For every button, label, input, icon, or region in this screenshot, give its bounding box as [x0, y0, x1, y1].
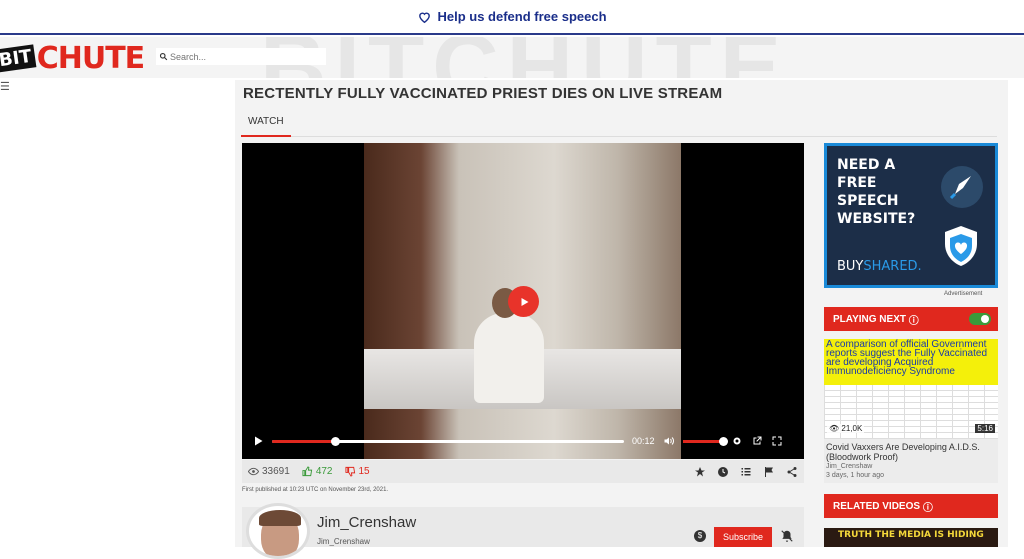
info-icon: ⓘ [905, 315, 919, 327]
ad-headline: NEED A FREE SPEECH WEBSITE? [837, 156, 915, 228]
volume-icon[interactable] [663, 435, 675, 447]
thumbs-up-icon [302, 466, 312, 477]
likes-value: 472 [315, 466, 333, 477]
video-actions [694, 466, 798, 478]
notification-bell-icon[interactable] [780, 529, 794, 543]
next-channel[interactable]: Jim_Crenshaw [826, 463, 872, 470]
ad-line-1: NEED A [837, 157, 896, 173]
eye-icon [248, 467, 259, 476]
channel-banner: Jim_Crenshaw Jim_Crenshaw $ Subscribe [242, 503, 804, 559]
autoplay-toggle[interactable] [969, 313, 991, 325]
channel-name[interactable]: Jim_Crenshaw [317, 514, 416, 531]
menu-icon[interactable]: ☰ [0, 82, 10, 93]
views-value: 33691 [262, 466, 290, 477]
dislike-button[interactable]: 15 [344, 466, 370, 477]
flag-icon[interactable] [763, 466, 775, 478]
avatar-hair [259, 510, 301, 526]
player-controls: 00:12 [242, 429, 804, 453]
ad-line-2: FREE [837, 175, 877, 191]
sidebar: NEED A FREE SPEECH WEBSITE? BUYSHARED. A… [824, 143, 998, 547]
playing-next-title: PLAYING NEXT [833, 313, 906, 325]
next-views: 👁 21,0K [827, 424, 865, 433]
info-icon: ⓘ [920, 502, 933, 514]
next-thumbnail[interactable]: A comparison of official Government repo… [824, 339, 998, 439]
big-play-button[interactable] [508, 286, 539, 317]
view-count: 33691 [248, 466, 290, 477]
published-date: First published at 10:23 UTC on November… [242, 487, 389, 493]
related-videos-header: RELATED VIDEOS ⓘ [824, 494, 998, 518]
shield-heart-icon [945, 226, 977, 266]
volume-fill [682, 439, 723, 443]
current-time: 00:12 [632, 436, 655, 446]
next-duration: 5:16 [975, 424, 995, 433]
advertisement-label: Advertisement [944, 291, 983, 297]
next-video-title[interactable]: Covid Vaxxers Are Developing A.I.D.S. (B… [826, 442, 998, 462]
dislikes-value: 15 [358, 466, 370, 477]
play-icon[interactable] [252, 435, 264, 447]
volume-knob[interactable] [718, 436, 728, 446]
like-button[interactable]: 472 [302, 466, 333, 477]
ad-line-3: SPEECH [837, 193, 899, 209]
video-priest [474, 313, 544, 403]
bitchute-logo[interactable]: BIT CHUTE [0, 41, 145, 76]
toggle-knob [981, 315, 989, 323]
list-icon[interactable] [740, 466, 752, 478]
settings-gear-icon[interactable] [731, 435, 743, 447]
subscribe-button[interactable]: Subscribe [714, 527, 772, 547]
top-navbar: BITCHUTE BIT CHUTE [0, 37, 1024, 78]
playing-next-card[interactable]: A comparison of official Government repo… [824, 339, 998, 483]
progress-knob[interactable] [331, 436, 341, 446]
next-views-value: 21,0K [841, 424, 863, 433]
heart-icon [419, 12, 431, 23]
related-thumb-text: TRUTH THE MEDIA IS HIDING [838, 530, 984, 540]
logo-bit: BIT [0, 44, 37, 73]
play-icon [521, 297, 528, 306]
ad-banner[interactable]: NEED A FREE SPEECH WEBSITE? BUYSHARED. [824, 143, 998, 288]
tip-icon[interactable]: $ [694, 530, 706, 542]
background-watermark-logo: BITCHUTE [260, 37, 789, 78]
ad-brand-1: BUY [837, 259, 864, 274]
rocket-icon [941, 166, 983, 208]
video-stats-bar: 33691 472 15 [242, 460, 804, 483]
avatar[interactable] [246, 503, 310, 559]
ad-brand: BUYSHARED. [837, 259, 922, 274]
logo-chute: CHUTE [36, 41, 145, 76]
playing-next-header: PLAYING NEXT ⓘ [824, 307, 998, 331]
next-thumb-text: A comparison of official Government repo… [826, 339, 988, 377]
fullscreen-icon[interactable] [771, 435, 783, 447]
video-tabs: WATCH [241, 109, 997, 137]
related-title: RELATED VIDEOS [833, 500, 921, 512]
clock-icon[interactable] [717, 466, 729, 478]
video-title: RECTENTLY FULLY VACCINATED PRIEST DIES O… [243, 85, 723, 102]
search-input[interactable] [170, 51, 320, 62]
defend-free-speech-link[interactable]: Help us defend free speech [417, 9, 607, 24]
banner-text: Help us defend free speech [437, 9, 607, 24]
share-icon[interactable] [786, 466, 798, 478]
support-banner: Help us defend free speech [0, 0, 1024, 35]
star-icon[interactable] [694, 466, 706, 478]
external-link-icon[interactable] [751, 435, 763, 447]
ad-line-4: WEBSITE? [837, 211, 916, 227]
search-box[interactable] [156, 48, 326, 65]
video-player[interactable]: 00:12 [242, 143, 804, 459]
ad-brand-2: SHARED. [863, 259, 922, 274]
progress-bar[interactable] [272, 436, 624, 446]
next-time: 3 days, 1 hour ago [826, 472, 884, 479]
progress-fill [272, 439, 336, 443]
tab-watch[interactable]: WATCH [241, 115, 291, 137]
channel-owner[interactable]: Jim_Crenshaw [317, 537, 370, 546]
search-icon [159, 52, 168, 61]
thumbs-down-icon [344, 466, 355, 477]
related-thumbnail[interactable]: TRUTH THE MEDIA IS HIDING [824, 528, 998, 547]
volume-slider[interactable] [682, 436, 728, 446]
